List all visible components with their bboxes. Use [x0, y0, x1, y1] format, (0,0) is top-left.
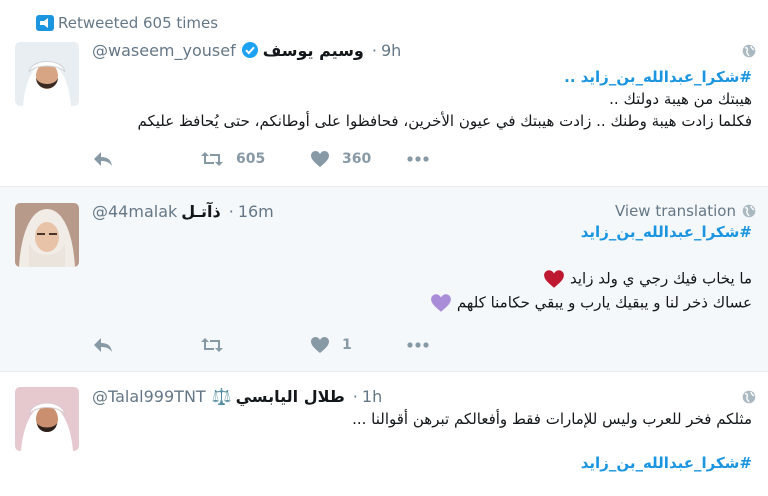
tweet-actions: 605 360 [92, 147, 430, 171]
avatar-image [15, 42, 79, 106]
red-heart-icon [544, 270, 565, 288]
more-dots-icon [407, 342, 429, 348]
separator-dot: · [228, 201, 234, 221]
view-translation-link[interactable]: View translation [615, 202, 756, 220]
tweet-1[interactable]: Retweeted 605 times @waseem_yousef وسيم … [0, 0, 768, 187]
avatar-image [15, 387, 79, 451]
hashtag-link[interactable]: #شكرا_عبدالله_بن_زايد .. [564, 68, 752, 86]
globe-icon [742, 390, 756, 404]
heart-icon [311, 151, 329, 167]
user-handle[interactable]: @waseem_yousef [92, 41, 236, 60]
tweet-header: @Talal999TNT ⚖️ طلال اليابسي · 1h [92, 385, 382, 407]
avatar[interactable] [15, 42, 79, 106]
like-button[interactable]: 1 [310, 336, 406, 354]
retweet-count: 605 [236, 151, 266, 167]
reply-button[interactable] [92, 150, 200, 168]
user-handle[interactable]: @Talal999TNT [92, 387, 206, 406]
hashtag-link[interactable]: #شكرا_عبدالله_بن_زايد [581, 223, 752, 241]
megaphone-icon [36, 15, 54, 31]
more-button[interactable] [406, 341, 430, 349]
avatar[interactable] [15, 387, 79, 451]
verified-badge-icon [241, 42, 258, 58]
tweet-text-line: مثلكم فخر للعرب وليس للإمارات فقط وأفعال… [352, 410, 752, 428]
tweet-2[interactable]: @44malak ذآتـل · 16m View translation #ش… [0, 187, 768, 372]
like-button[interactable]: 360 [310, 150, 406, 168]
avatar-image [15, 203, 79, 267]
timestamp[interactable]: 1h [362, 387, 382, 406]
reply-icon [94, 338, 112, 352]
tweet-text-line: فكلما زادت هيبة وطنك .. زادت هيبتك في عي… [137, 112, 752, 130]
globe-icon [742, 204, 756, 218]
tweet-text-line: ما يخاب فيك رجي ي ولد زايد [535, 269, 752, 289]
retweet-icon [201, 338, 223, 352]
reply-icon [94, 152, 112, 166]
tweet-text-line: هيبتك من هيبة دولتك .. [609, 90, 752, 108]
separator-dot: · [371, 40, 377, 60]
retweet-context: Retweeted 605 times [36, 12, 219, 34]
tweet-text: ما يخاب فيك رجي ي ولد زايد [569, 269, 752, 288]
avatar[interactable] [15, 203, 79, 267]
like-count: 360 [342, 151, 372, 167]
tweet-text-line: عساك ذخر لنا و يبقيك يارب و يبقي حكامنا … [422, 293, 752, 313]
timestamp[interactable]: 16m [238, 202, 274, 221]
user-handle[interactable]: @44malak [92, 202, 177, 221]
retweet-button[interactable] [200, 336, 310, 354]
display-name[interactable]: ذآتـل [181, 202, 220, 221]
hashtag-link[interactable]: #شكرا_عبدالله_بن_زايد [581, 454, 752, 472]
heart-icon [311, 337, 329, 353]
timestamp[interactable]: 9h [381, 41, 401, 60]
display-name[interactable]: وسيم يوسف [263, 41, 364, 60]
separator-dot: · [352, 386, 358, 406]
more-button[interactable] [406, 155, 430, 163]
display-name[interactable]: طلال اليابسي [236, 387, 345, 406]
retweet-icon [201, 152, 223, 166]
globe-icon [742, 44, 756, 58]
tweet-actions: 1 [92, 333, 430, 357]
retweet-button[interactable]: 605 [200, 150, 310, 168]
like-count: 1 [342, 337, 352, 353]
tweet-header: @waseem_yousef وسيم يوسف · 9h [92, 39, 401, 61]
tweet-3[interactable]: @Talal999TNT ⚖️ طلال اليابسي · 1h مثلكم … [0, 372, 768, 496]
scales-emoji-icon: ⚖️ [211, 386, 232, 406]
tweet-header: @44malak ذآتـل · 16m [92, 200, 274, 222]
reply-button[interactable] [92, 336, 200, 354]
purple-heart-icon [431, 294, 451, 312]
more-dots-icon [407, 156, 429, 162]
retweet-count-text: Retweeted 605 times [58, 14, 219, 32]
tweet-text: عساك ذخر لنا و يبقيك يارب و يبقي حكامنا … [456, 293, 752, 312]
view-translation-label: View translation [614, 202, 736, 220]
